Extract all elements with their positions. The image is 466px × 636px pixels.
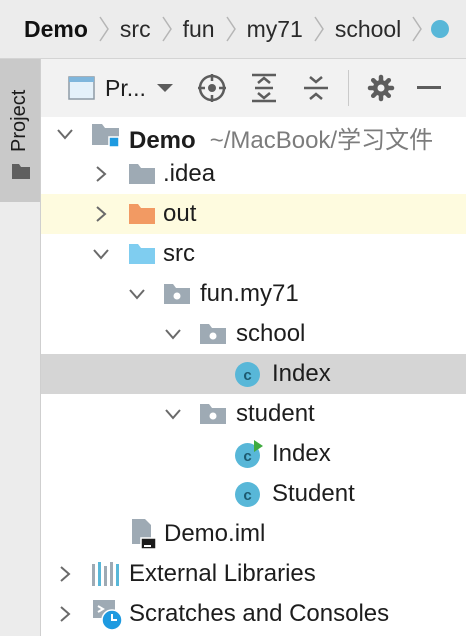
tree-label: .idea [163, 160, 216, 187]
tree-item-idea[interactable]: .idea [41, 154, 466, 194]
tree-item-student-index[interactable]: c Index [41, 434, 466, 474]
tree-item-src[interactable]: src [41, 234, 466, 274]
libraries-icon [92, 562, 119, 586]
chevron-right-icon[interactable] [57, 606, 73, 622]
settings-icon [367, 74, 395, 102]
tree-label: Demo.iml [164, 520, 266, 547]
folder-icon [12, 164, 30, 179]
view-selector-label: Pr... [105, 74, 146, 101]
toolbar-separator [347, 70, 349, 106]
breadcrumb-item-demo[interactable]: Demo [0, 0, 98, 58]
chevron-right-icon[interactable] [93, 166, 109, 182]
package-icon [200, 324, 226, 344]
tree-label: External Libraries [129, 560, 316, 587]
tree-label: out [163, 200, 197, 227]
locate-icon [197, 74, 226, 102]
project-tool-window-tab[interactable]: Project [0, 59, 40, 202]
scratches-icon [93, 600, 123, 631]
collapse-all-icon [303, 76, 328, 100]
breadcrumb-separator-icon [99, 16, 109, 42]
tree-item-school[interactable]: school [41, 314, 466, 354]
class-icon[interactable] [431, 20, 450, 38]
excluded-folder-icon [129, 204, 155, 224]
chevron-right-icon[interactable] [57, 566, 73, 582]
runnable-class-icon: c [235, 440, 263, 468]
hide-button[interactable] [413, 72, 445, 104]
class-icon: c [235, 482, 260, 507]
tree-item-package[interactable]: fun.my71 [41, 274, 466, 314]
tree-label: fun.my71 [200, 280, 299, 307]
chevron-down-icon[interactable] [165, 326, 181, 342]
breadcrumb: Demo src fun my71 school [0, 0, 466, 59]
breadcrumb-item-fun[interactable]: fun [173, 0, 225, 58]
tree-item-root[interactable]: Demo ~/MacBook/学习文件 [41, 117, 466, 154]
project-tree: Demo ~/MacBook/学习文件 .idea out src fun.my7… [41, 117, 466, 636]
view-selector[interactable]: Pr... [68, 75, 174, 102]
project-view-icon [68, 76, 95, 100]
settings-button[interactable] [365, 72, 397, 104]
hide-icon [416, 86, 441, 89]
breadcrumb-separator-icon [225, 16, 236, 42]
tree-label: Student [272, 480, 355, 507]
tool-window-stripe: Project [0, 59, 41, 636]
project-toolbar: Pr... [41, 59, 466, 117]
project-path: ~/MacBook/学习文件 [209, 127, 434, 154]
breadcrumb-item-school[interactable]: school [325, 0, 411, 58]
project-tab-label: Project [8, 89, 30, 152]
tree-label: Index [272, 440, 331, 467]
package-icon [200, 404, 226, 424]
dropdown-arrow-icon [156, 84, 173, 92]
tree-item-scratches[interactable]: Scratches and Consoles [41, 594, 466, 634]
tree-item-student[interactable]: student [41, 394, 466, 434]
source-folder-icon [129, 244, 155, 264]
tree-item-external-libraries[interactable]: External Libraries [41, 554, 466, 594]
expand-all-button[interactable] [248, 72, 280, 104]
tree-label: school [236, 320, 306, 347]
module-folder-icon [92, 124, 120, 148]
tree-label: student [236, 400, 315, 427]
breadcrumb-separator-icon [314, 16, 324, 42]
tree-label: Scratches and Consoles [129, 600, 390, 627]
tree-item-student-class[interactable]: c Student [41, 474, 466, 514]
chevron-down-icon[interactable] [57, 126, 73, 142]
breadcrumb-item-my71[interactable]: my71 [237, 0, 313, 58]
expand-all-icon [251, 73, 276, 103]
tree-label: src [163, 240, 195, 267]
package-icon [164, 284, 190, 304]
locate-button[interactable] [196, 72, 228, 104]
tree-item-out[interactable]: out [41, 194, 466, 234]
tree-label: Index [272, 360, 331, 387]
breadcrumb-separator-icon [412, 16, 423, 42]
chevron-right-icon[interactable] [93, 206, 109, 222]
svg-text:c: c [243, 367, 251, 384]
iml-file-icon [132, 519, 157, 550]
svg-text:c: c [243, 487, 251, 504]
chevron-down-icon[interactable] [129, 286, 145, 302]
class-icon: c [235, 362, 260, 387]
svg-text:c: c [243, 448, 251, 465]
tree-item-iml[interactable]: Demo.iml [41, 514, 466, 554]
chevron-down-icon[interactable] [165, 406, 181, 422]
tree-label: Demo ~/MacBook/学习文件 [129, 127, 434, 154]
tree-item-school-index[interactable]: c Index [41, 354, 466, 394]
breadcrumb-item-src[interactable]: src [110, 0, 161, 58]
breadcrumb-separator-icon [161, 16, 172, 42]
collapse-all-button[interactable] [300, 72, 332, 104]
chevron-down-icon[interactable] [93, 246, 109, 262]
folder-icon [129, 164, 155, 184]
